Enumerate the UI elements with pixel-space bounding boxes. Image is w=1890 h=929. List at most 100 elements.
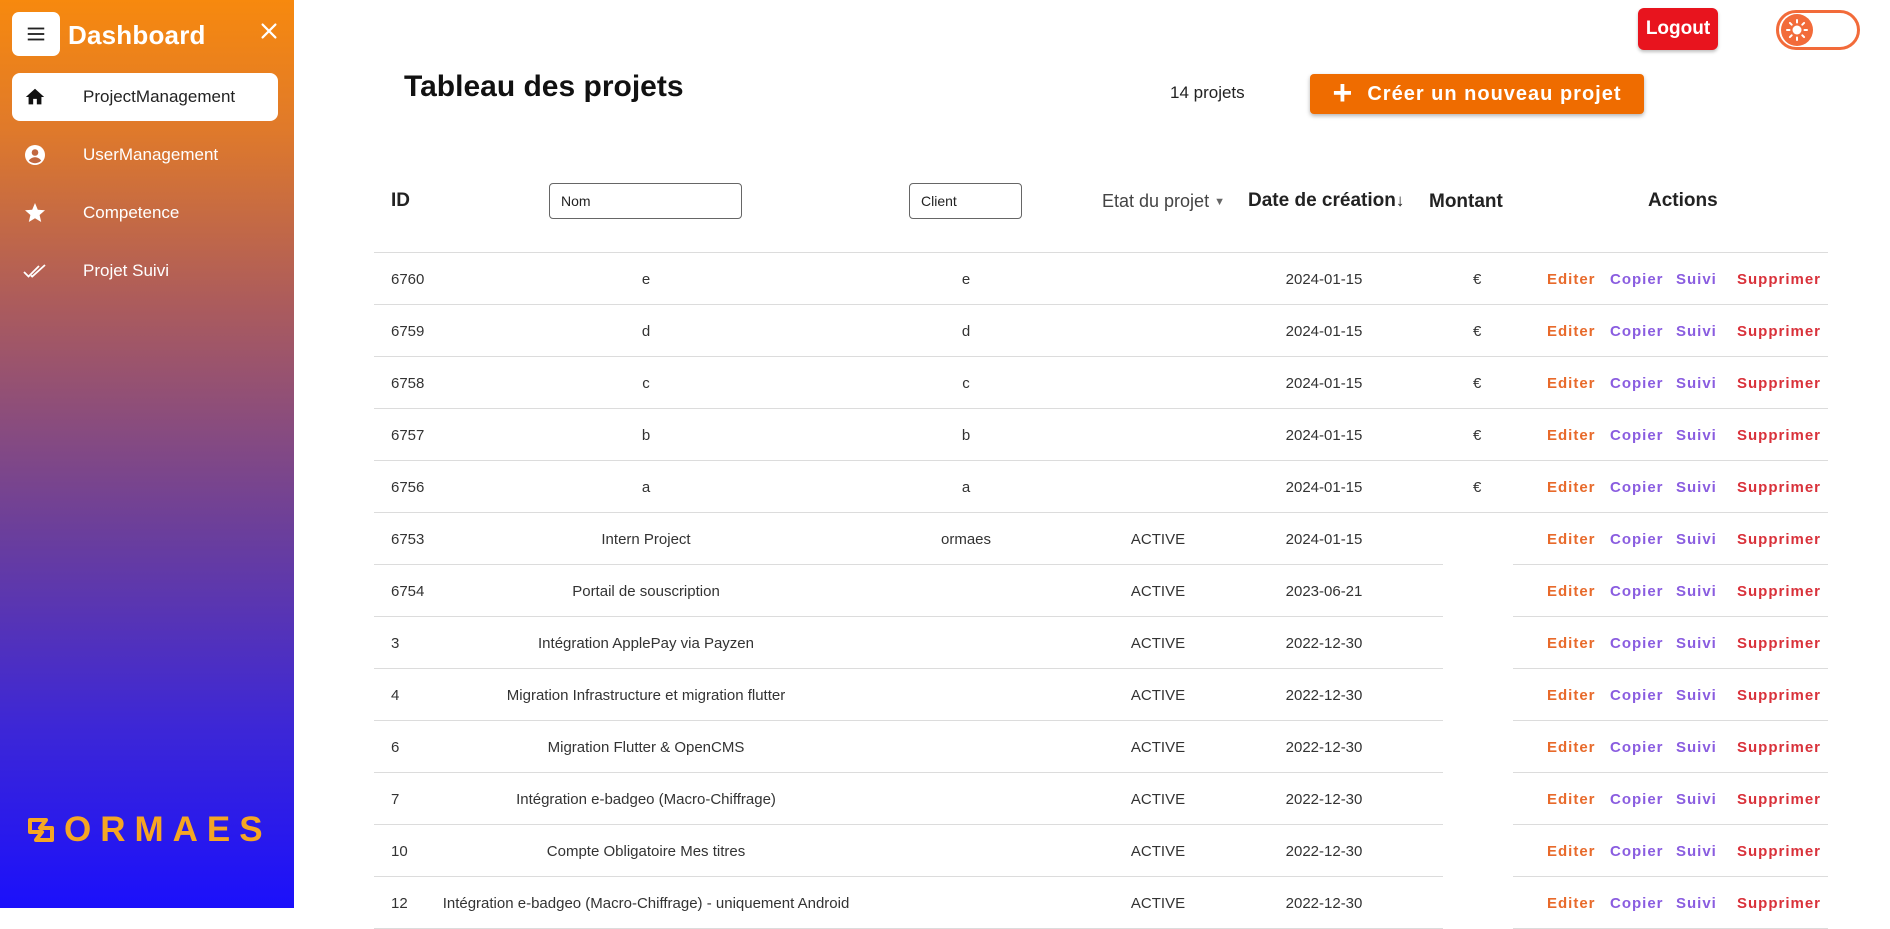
copy-link[interactable]: Copier: [1610, 843, 1664, 860]
cell-montant-wrap: €: [1473, 323, 1481, 340]
edit-link[interactable]: Editer: [1547, 531, 1596, 548]
caret-down-icon: ▼: [1214, 195, 1225, 208]
sidebar-item-label: ProjectManagement: [83, 87, 236, 106]
copy-link[interactable]: Copier: [1610, 375, 1664, 392]
delete-link[interactable]: Supprimer: [1737, 843, 1821, 860]
sidebar: Dashboard ProjectManagement UserManageme…: [0, 0, 294, 908]
close-icon[interactable]: [258, 20, 280, 42]
date-header-label: Date de création: [1248, 190, 1396, 211]
edit-link[interactable]: Editer: [1547, 843, 1596, 860]
suivi-link[interactable]: Suivi: [1676, 687, 1717, 704]
suivi-link[interactable]: Suivi: [1676, 739, 1717, 756]
delete-link[interactable]: Supprimer: [1737, 895, 1821, 912]
suivi-link[interactable]: Suivi: [1676, 375, 1717, 392]
delete-link[interactable]: Supprimer: [1737, 531, 1821, 548]
delete-link[interactable]: Supprimer: [1737, 583, 1821, 600]
cell-etat: ACTIVE: [1130, 531, 1186, 548]
edit-link[interactable]: Editer: [1547, 687, 1596, 704]
suivi-link[interactable]: Suivi: [1676, 323, 1717, 340]
copy-link[interactable]: Copier: [1610, 531, 1664, 548]
theme-toggle[interactable]: [1776, 10, 1860, 50]
cell-client: e: [961, 271, 971, 288]
sidebar-item-competence[interactable]: Competence: [12, 189, 278, 237]
cell-nom: Intégration e-badgeo (Macro-Chiffrage) -…: [442, 895, 850, 912]
delete-link[interactable]: Supprimer: [1737, 739, 1821, 756]
delete-link[interactable]: Supprimer: [1737, 635, 1821, 652]
account-circle-icon: [23, 143, 47, 167]
cell-id: 4: [391, 687, 400, 704]
edit-link[interactable]: Editer: [1547, 739, 1596, 756]
sidebar-item-projectmanagement[interactable]: ProjectManagement: [12, 73, 278, 121]
edit-link[interactable]: Editer: [1547, 635, 1596, 652]
nom-filter-input[interactable]: [549, 183, 742, 219]
delete-link[interactable]: Supprimer: [1737, 271, 1821, 288]
table-row: 6759 d d 2024-01-15 € Editer Copier Suivi Suppri…: [374, 305, 1828, 357]
copy-link[interactable]: Copier: [1610, 427, 1664, 444]
edit-link[interactable]: Editer: [1547, 895, 1596, 912]
cell-nom: Compte Obligatoire Mes titres: [546, 843, 746, 860]
cell-nom: Intern Project: [601, 531, 691, 548]
logout-button[interactable]: Logout: [1638, 8, 1718, 50]
suivi-link[interactable]: Suivi: [1676, 895, 1717, 912]
copy-link[interactable]: Copier: [1610, 271, 1664, 288]
cell-montant: €: [1473, 323, 1482, 340]
suivi-link[interactable]: Suivi: [1676, 271, 1717, 288]
cell-date: 2022-12-30: [1285, 791, 1363, 808]
cell-date: 2024-01-15: [1285, 479, 1363, 496]
cell-montant: €: [1473, 427, 1482, 444]
suivi-link[interactable]: Suivi: [1676, 531, 1717, 548]
copy-link[interactable]: Copier: [1610, 687, 1664, 704]
suivi-link[interactable]: Suivi: [1676, 635, 1717, 652]
cell-id-wrap: 12: [391, 895, 408, 912]
sidebar-item-label: Competence: [83, 203, 180, 222]
copy-link[interactable]: Copier: [1610, 635, 1664, 652]
cell-id-wrap: 6758: [391, 375, 424, 392]
copy-link[interactable]: Copier: [1610, 583, 1664, 600]
date-sort-header[interactable]: Date de création↓: [1248, 190, 1404, 212]
cell-nom: Migration Infrastructure et migration fl…: [506, 687, 786, 704]
etat-filter-dropdown[interactable]: Etat du projet ▼: [1102, 191, 1225, 212]
delete-link[interactable]: Supprimer: [1737, 375, 1821, 392]
copy-link[interactable]: Copier: [1610, 895, 1664, 912]
cell-nom: Portail de souscription: [572, 583, 720, 600]
copy-link[interactable]: Copier: [1610, 791, 1664, 808]
delete-link[interactable]: Supprimer: [1737, 791, 1821, 808]
cell-nom: d: [641, 323, 651, 340]
cell-montant: €: [1473, 375, 1482, 392]
cell-date: 2023-06-21: [1285, 583, 1363, 600]
copy-link[interactable]: Copier: [1610, 323, 1664, 340]
suivi-link[interactable]: Suivi: [1676, 843, 1717, 860]
copy-link[interactable]: Copier: [1610, 479, 1664, 496]
suivi-link[interactable]: Suivi: [1676, 583, 1717, 600]
cell-id: 6759: [391, 323, 425, 340]
edit-link[interactable]: Editer: [1547, 271, 1596, 288]
cell-id-wrap: 6759: [391, 323, 424, 340]
delete-link[interactable]: Supprimer: [1737, 687, 1821, 704]
copy-link[interactable]: Copier: [1610, 739, 1664, 756]
delete-link[interactable]: Supprimer: [1737, 323, 1821, 340]
edit-link[interactable]: Editer: [1547, 583, 1596, 600]
cell-id: 6: [391, 739, 400, 756]
create-project-button[interactable]: + Créer un nouveau projet: [1310, 74, 1644, 114]
cell-id: 6757: [391, 427, 425, 444]
edit-link[interactable]: Editer: [1547, 323, 1596, 340]
cell-nom: c: [642, 375, 650, 392]
cell-etat: ACTIVE: [1130, 843, 1186, 860]
delete-link[interactable]: Supprimer: [1737, 427, 1821, 444]
menu-button[interactable]: [12, 12, 60, 56]
client-filter-input[interactable]: [909, 183, 1022, 219]
suivi-link[interactable]: Suivi: [1676, 479, 1717, 496]
edit-link[interactable]: Editer: [1547, 375, 1596, 392]
edit-link[interactable]: Editer: [1547, 427, 1596, 444]
cell-id-wrap: 3: [391, 635, 399, 652]
page-title: Tableau des projets: [404, 70, 684, 103]
suivi-link[interactable]: Suivi: [1676, 791, 1717, 808]
edit-link[interactable]: Editer: [1547, 791, 1596, 808]
delete-link[interactable]: Supprimer: [1737, 479, 1821, 496]
sidebar-item-projet-suivi[interactable]: Projet Suivi: [12, 247, 278, 295]
suivi-link[interactable]: Suivi: [1676, 427, 1717, 444]
cell-id: 6753: [391, 531, 425, 548]
cell-id: 3: [391, 635, 400, 652]
edit-link[interactable]: Editer: [1547, 479, 1596, 496]
sidebar-item-usermanagement[interactable]: UserManagement: [12, 131, 278, 179]
